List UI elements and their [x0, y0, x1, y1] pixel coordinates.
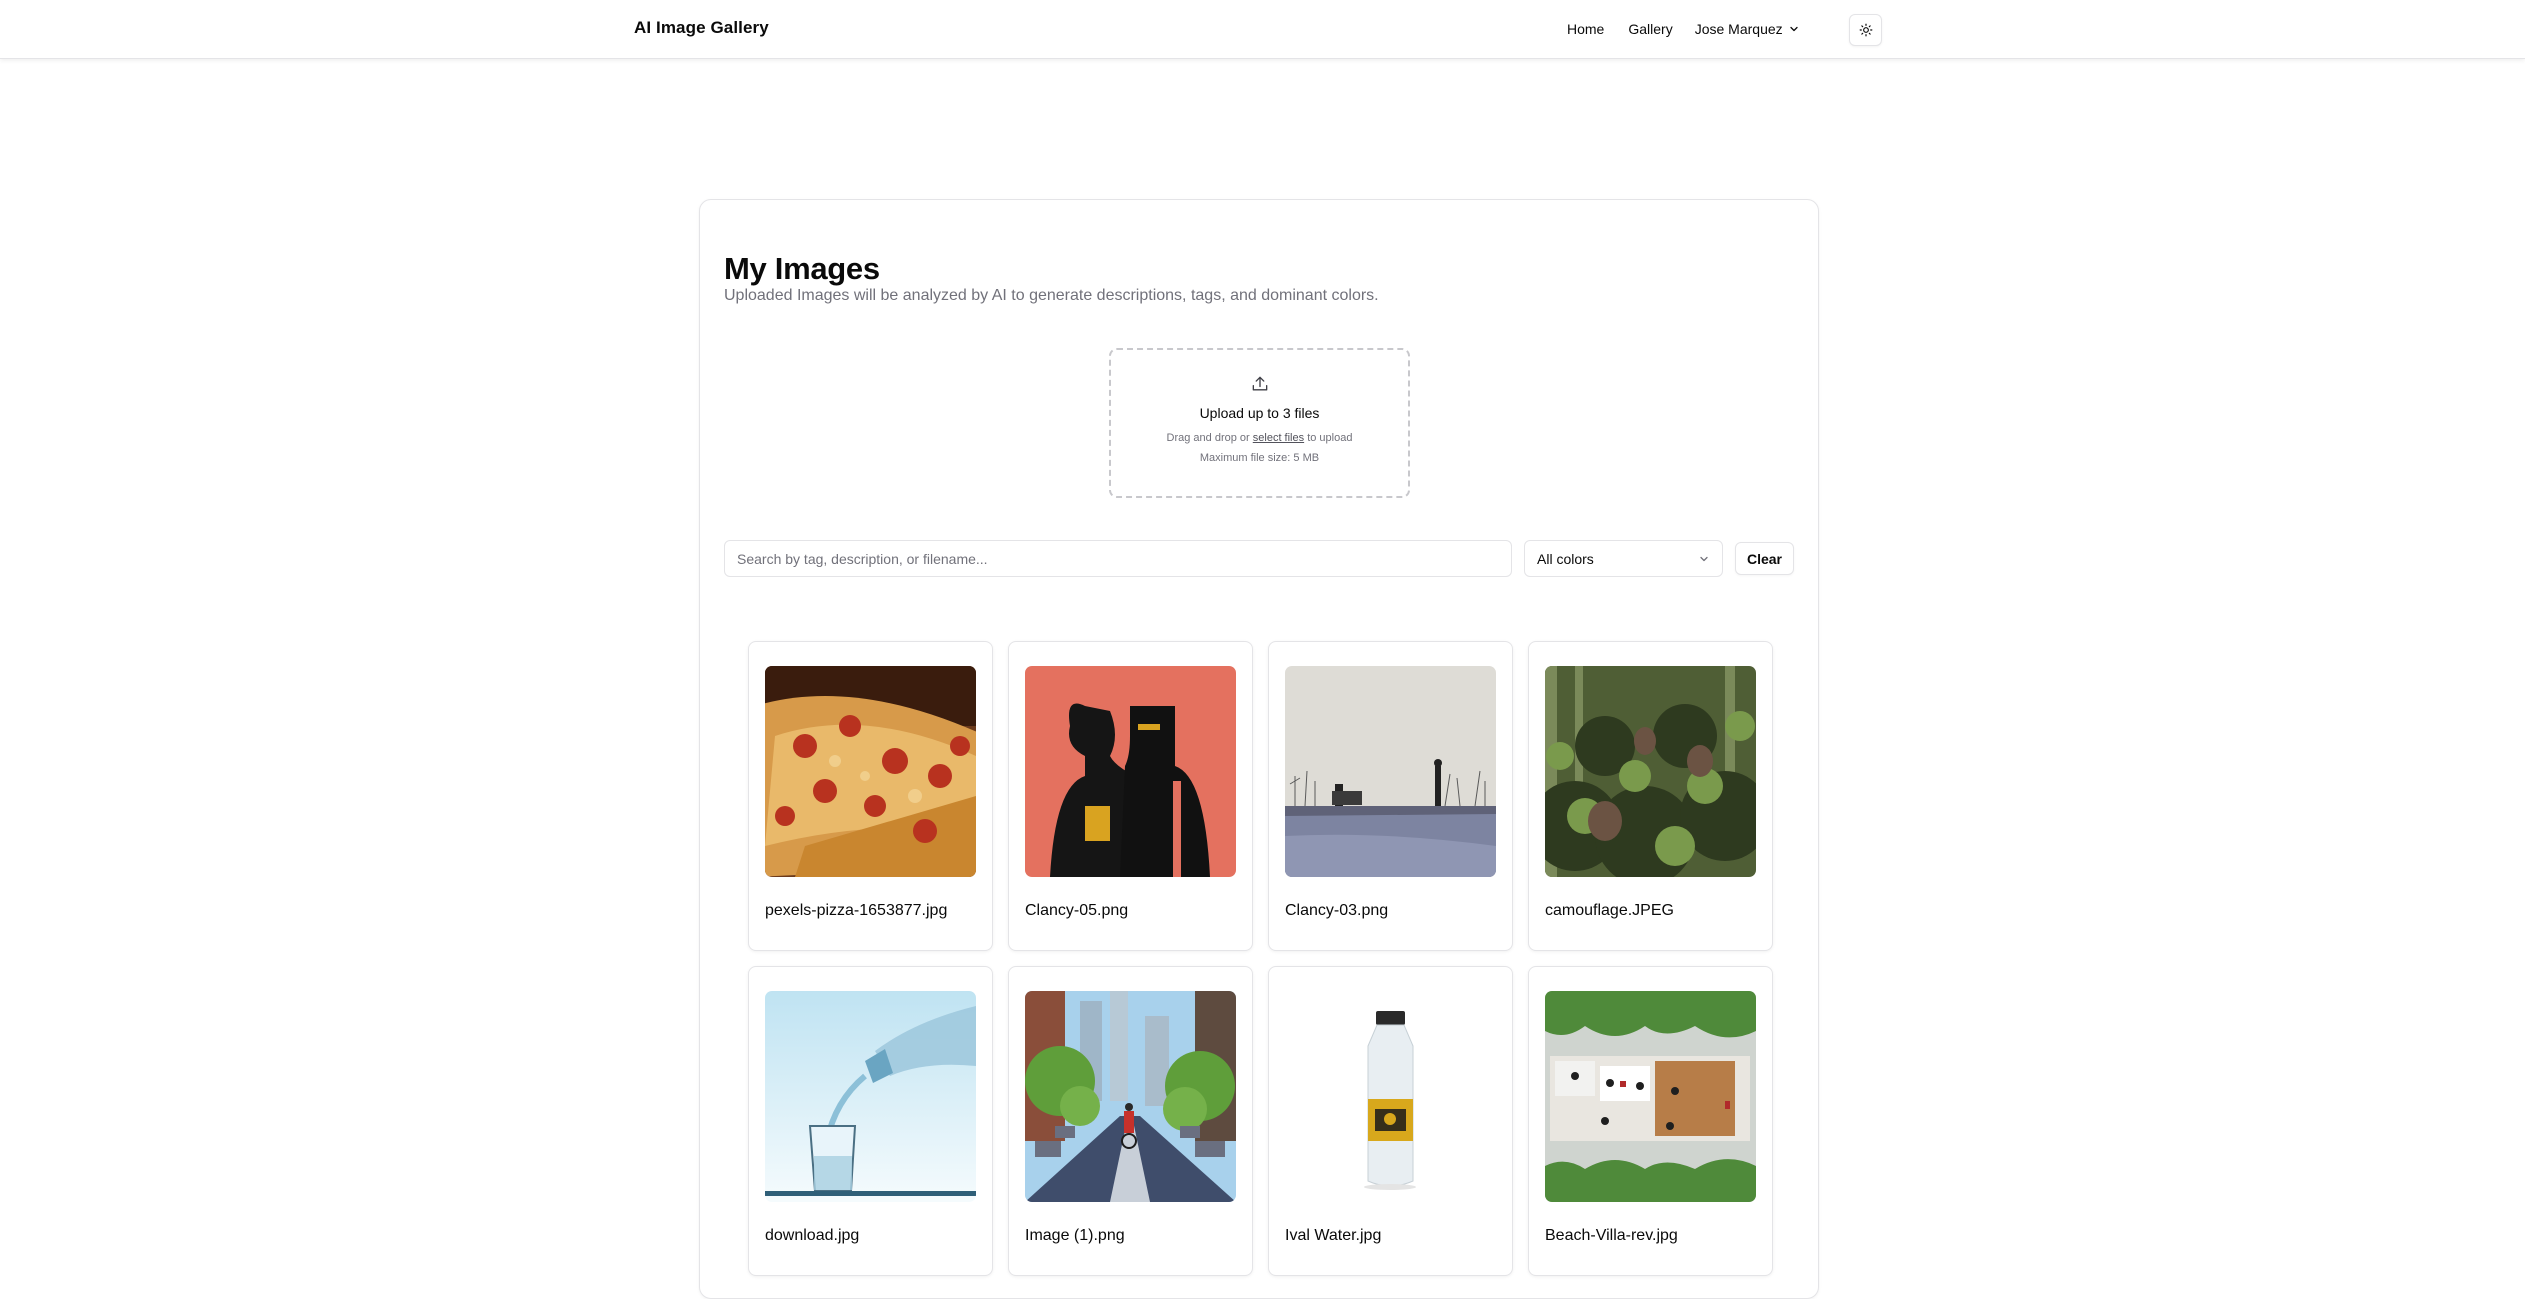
image-grid: pexels-pizza-1653877.jpg Clancy-05.png C…: [748, 641, 1773, 1276]
upload-hint: Drag and drop or select files to upload: [1111, 432, 1408, 444]
my-images-card: My Images Uploaded Images will be analyz…: [699, 199, 1819, 1299]
top-navbar: AI Image Gallery Home Gallery Jose Marqu…: [0, 0, 2525, 59]
image-filename: camouflage.JPEG: [1545, 902, 1674, 919]
image-card[interactable]: Clancy-03.png: [1268, 641, 1513, 951]
image-card[interactable]: pexels-pizza-1653877.jpg: [748, 641, 993, 951]
image-filename: Beach-Villa-rev.jpg: [1545, 1227, 1678, 1244]
water-pour-thumbnail: [765, 991, 976, 1202]
chevron-down-icon: [1790, 26, 1798, 32]
page-subtitle: Uploaded Images will be analyzed by AI t…: [724, 287, 1379, 304]
image-filename: download.jpg: [765, 1227, 860, 1244]
upload-max-size: Maximum file size: 5 MB: [1199, 452, 1320, 464]
image-card[interactable]: Image (1).png: [1008, 966, 1253, 1276]
color-filter-value: All colors: [1537, 550, 1594, 567]
nav-links: Home Gallery Jose Marquez: [1555, 17, 1809, 41]
image-thumbnail[interactable]: [1545, 991, 1756, 1202]
chevron-down-icon: [1700, 556, 1708, 561]
nav-link-gallery[interactable]: Gallery: [1616, 21, 1684, 37]
camouflage-thumbnail: [1545, 666, 1756, 877]
user-menu[interactable]: Jose Marquez: [1685, 21, 1809, 37]
image-filename: Clancy-05.png: [1025, 902, 1129, 919]
user-name: Jose Marquez: [1694, 21, 1783, 37]
app-brand[interactable]: AI Image Gallery: [634, 18, 769, 38]
clancy-snow-thumbnail: [1285, 666, 1496, 877]
image-thumbnail[interactable]: [1285, 666, 1496, 877]
image-thumbnail[interactable]: [1025, 666, 1236, 877]
image-card[interactable]: Clancy-05.png: [1008, 641, 1253, 951]
upload-icon: [1252, 376, 1268, 391]
image-filename: Ival Water.jpg: [1285, 1227, 1382, 1244]
pizza-thumbnail: [765, 666, 976, 877]
image-thumbnail[interactable]: [1025, 991, 1236, 1202]
image-filename: Image (1).png: [1025, 1227, 1125, 1244]
image-thumbnail[interactable]: [765, 991, 976, 1202]
theme-toggle-button[interactable]: [1849, 14, 1882, 46]
image-card[interactable]: Ival Water.jpg: [1268, 966, 1513, 1276]
upload-dropzone[interactable]: Upload up to 3 files Drag and drop or se…: [1109, 348, 1410, 498]
image-thumbnail[interactable]: [765, 666, 976, 877]
select-files-link[interactable]: select files: [1253, 432, 1304, 444]
clear-filters-button[interactable]: Clear: [1735, 542, 1794, 575]
image-thumbnail[interactable]: [1545, 666, 1756, 877]
page-title: My Images: [724, 251, 880, 286]
nav-link-home[interactable]: Home: [1555, 21, 1616, 37]
image-filename: Clancy-03.png: [1285, 902, 1389, 919]
sun-icon: [1859, 23, 1872, 37]
color-filter-select[interactable]: All colors: [1524, 540, 1723, 577]
upload-hint-suffix: to upload: [1307, 432, 1353, 444]
upload-hint-prefix: Drag and drop or: [1166, 432, 1250, 444]
upload-title: Upload up to 3 files: [1199, 405, 1320, 421]
clancy-red-thumbnail: [1025, 666, 1236, 877]
image-card[interactable]: download.jpg: [748, 966, 993, 1276]
city-cyclist-thumbnail: [1025, 991, 1236, 1202]
villa-plan-thumbnail: [1545, 991, 1756, 1202]
image-card[interactable]: camouflage.JPEG: [1528, 641, 1773, 951]
image-filename: pexels-pizza-1653877.jpg: [765, 902, 948, 919]
water-bottle-thumbnail: [1285, 991, 1496, 1202]
search-input[interactable]: [724, 540, 1512, 577]
image-thumbnail[interactable]: [1285, 991, 1496, 1202]
image-card[interactable]: Beach-Villa-rev.jpg: [1528, 966, 1773, 1276]
